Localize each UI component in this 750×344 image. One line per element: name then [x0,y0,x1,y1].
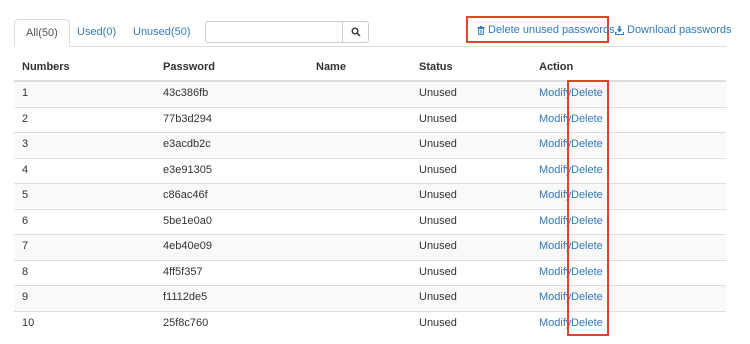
number-cell: 1 [22,87,29,99]
number-cell: 3 [22,138,29,150]
download-passwords-label: Download passwords [627,24,732,36]
modify-link[interactable]: Modify [539,81,571,106]
password-cell: 43c386fb [163,87,209,99]
delete-link[interactable]: Delete [571,209,603,234]
table-row: 7 4eb40e09 Unused Modify Delete [14,234,726,259]
tab-unused[interactable]: Unused(50) [133,19,190,47]
table-row: 1 43c386fb Unused Modify Delete [14,81,726,106]
password-cell: e3e91305 [163,163,212,176]
tab-used[interactable]: Used(0) [77,19,116,47]
column-header-password: Password [163,61,215,73]
password-cell: 77b3d294 [163,112,212,125]
modify-link[interactable]: Modify [539,183,571,208]
tab-all[interactable]: All(50) [14,19,70,47]
status-cell: Unused [419,163,457,176]
row-divider [14,259,726,261]
password-cell: 4ff5f357 [163,265,203,278]
delete-unused-label: Delete unused passwords. [488,24,618,36]
delete-link[interactable]: Delete [571,234,603,259]
table-row: 10 25f8c760 Unused Modify Delete [14,310,726,336]
delete-link[interactable]: Delete [571,311,603,336]
table-row: 2 77b3d294 Unused Modify Delete [14,106,726,132]
number-cell: 6 [22,214,29,227]
status-cell: Unused [419,291,457,303]
modify-link[interactable]: Modify [539,311,571,336]
password-cell: 25f8c760 [163,316,209,329]
search-button[interactable] [342,22,368,42]
row-divider [14,208,726,210]
number-cell: 2 [22,112,29,125]
search-input[interactable] [206,22,343,42]
download-passwords-button[interactable]: Download passwords [615,23,732,37]
number-cell: 9 [22,291,29,303]
table-row: 5 c86ac46f Unused Modify Delete [14,183,726,208]
status-cell: Unused [419,240,457,252]
delete-link[interactable]: Delete [571,285,603,310]
status-cell: Unused [419,138,457,150]
row-divider [14,183,726,184]
number-cell: 7 [22,240,29,252]
row-divider [14,81,726,82]
delete-unused-passwords-button[interactable]: Delete unused passwords. [477,23,618,37]
row-divider [14,157,726,159]
modify-link[interactable]: Modify [539,285,571,310]
modify-link[interactable]: Modify [539,132,571,157]
row-divider [14,310,726,312]
status-cell: Unused [419,316,457,329]
toolbar: All(50) Used(0) Unused(50) Delete unused… [0,0,750,47]
password-cell: 4eb40e09 [163,240,212,252]
column-header-status: Status [419,61,453,73]
row-divider [14,106,726,108]
status-cell: Unused [419,112,457,125]
row-divider [14,285,726,286]
number-cell: 4 [22,163,29,176]
column-header-action: Action [539,61,574,73]
download-icon [615,25,624,35]
trash-icon [477,25,485,35]
table-row: 8 4ff5f357 Unused Modify Delete [14,259,726,285]
table-row: 3 e3acdb2c Unused Modify Delete [14,132,726,157]
modify-link[interactable]: Modify [539,234,571,259]
password-cell: c86ac46f [163,189,208,201]
table-row: 4 e3e91305 Unused Modify Delete [14,157,726,183]
password-cell: f1112de5 [163,291,208,303]
delete-link[interactable]: Delete [571,158,603,183]
status-cell: Unused [419,214,457,227]
status-cell: Unused [419,265,457,278]
column-header-name: Name [316,61,346,73]
password-cell: 5be1e0a0 [163,214,212,227]
search-icon [351,27,361,37]
row-divider [14,234,726,235]
table-row: 6 5be1e0a0 Unused Modify Delete [14,208,726,234]
number-cell: 5 [22,189,29,201]
search-box [205,21,369,43]
delete-link[interactable]: Delete [571,107,603,132]
modify-link[interactable]: Modify [539,158,571,183]
status-cell: Unused [419,87,457,99]
delete-link[interactable]: Delete [571,132,603,157]
modify-link[interactable]: Modify [539,209,571,234]
number-cell: 8 [22,265,29,278]
tabs-divider [14,46,726,47]
status-cell: Unused [419,189,457,201]
modify-link[interactable]: Modify [539,260,571,285]
password-cell: e3acdb2c [163,138,211,150]
table-row: 9 f1112de5 Unused Modify Delete [14,285,726,310]
row-divider [14,132,726,133]
delete-link[interactable]: Delete [571,260,603,285]
delete-link[interactable]: Delete [571,81,603,106]
delete-link[interactable]: Delete [571,183,603,208]
number-cell: 10 [22,316,35,329]
column-header-numbers: Numbers [22,61,70,73]
modify-link[interactable]: Modify [539,107,571,132]
